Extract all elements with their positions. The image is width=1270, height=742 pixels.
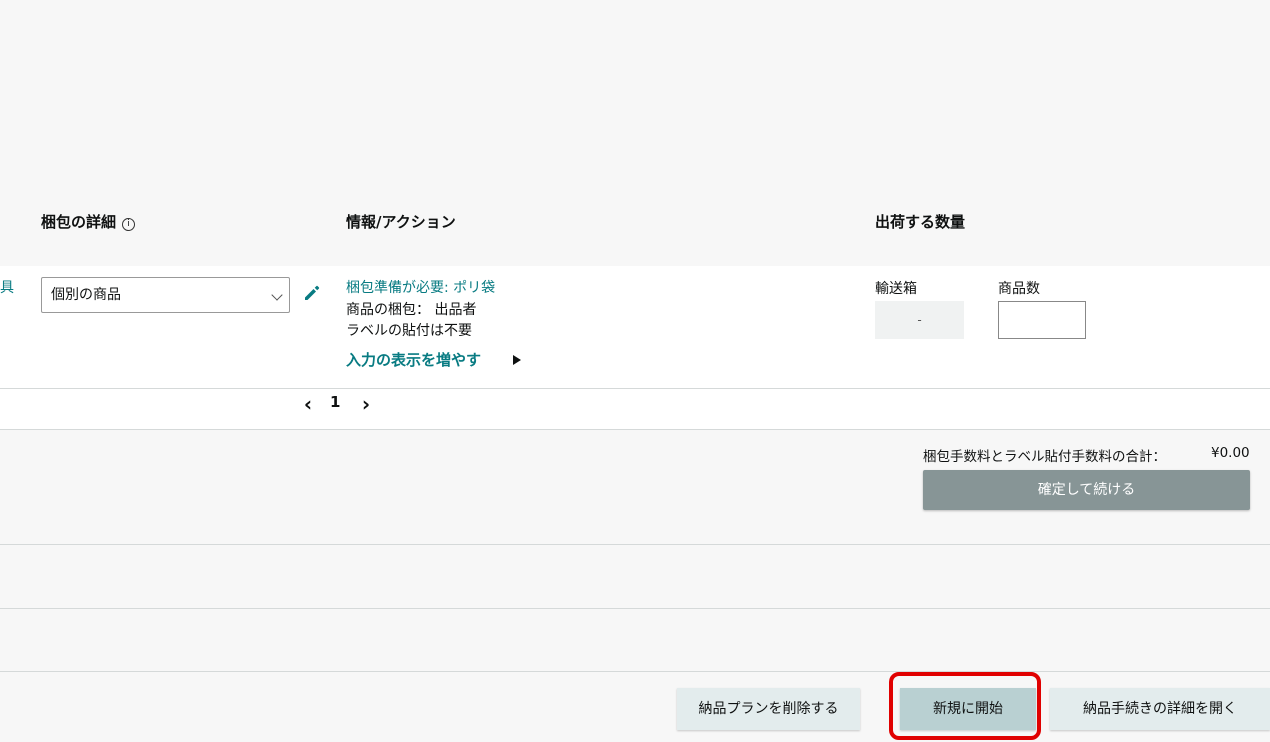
empty-section-1	[0, 558, 1270, 609]
packing-by-text: 商品の梱包： 出品者	[346, 302, 477, 318]
confirm-continue-button[interactable]: 確定して続ける	[923, 470, 1250, 510]
table-header	[0, 196, 1270, 266]
prep-required-link[interactable]: 梱包準備が必要: ポリ袋	[346, 277, 495, 297]
header-quantity: 出荷する数量	[875, 213, 966, 231]
delete-plan-button[interactable]: 納品プランを削除する	[677, 688, 860, 730]
header-info-action: 情報/アクション	[346, 213, 456, 231]
header-packing-details-label: 梱包の詳細	[41, 213, 117, 231]
boxes-value: -	[875, 301, 964, 339]
fee-total-label: 梱包手数料とラベル貼付手数料の合計：	[923, 449, 1166, 465]
highlight-annotation	[889, 672, 1041, 740]
chevron-left-icon[interactable]: ‹	[300, 392, 316, 416]
packing-type-select[interactable]: 個別の商品	[41, 277, 290, 313]
chevron-down-icon	[271, 289, 283, 301]
packing-type-select-value: 個別の商品	[51, 287, 121, 303]
fee-total-amount: ¥0.00	[1211, 445, 1250, 461]
show-more-link[interactable]: 入力の表示を増やす	[346, 349, 481, 370]
pagination-row	[0, 389, 1270, 430]
triangle-right-icon[interactable]	[512, 354, 522, 366]
label-not-required-text: ラベルの貼付は不要	[346, 323, 472, 339]
header-packing-details: 梱包の詳細 i	[41, 211, 136, 232]
units-input[interactable]	[998, 301, 1086, 339]
truncated-cell-text: 具	[0, 280, 14, 296]
open-details-button[interactable]: 納品手続きの詳細を開く	[1050, 688, 1270, 730]
pencil-icon[interactable]	[302, 283, 322, 303]
units-label: 商品数	[998, 281, 1040, 297]
empty-section-2	[0, 621, 1270, 672]
chevron-right-icon[interactable]: ›	[358, 392, 374, 416]
info-icon[interactable]: i	[122, 218, 136, 231]
show-more-label: 入力の表示を増やす	[346, 351, 482, 369]
boxes-label: 輸送箱	[875, 281, 917, 297]
current-page-number[interactable]: 1	[330, 393, 340, 411]
top-blank-area	[0, 0, 1270, 184]
